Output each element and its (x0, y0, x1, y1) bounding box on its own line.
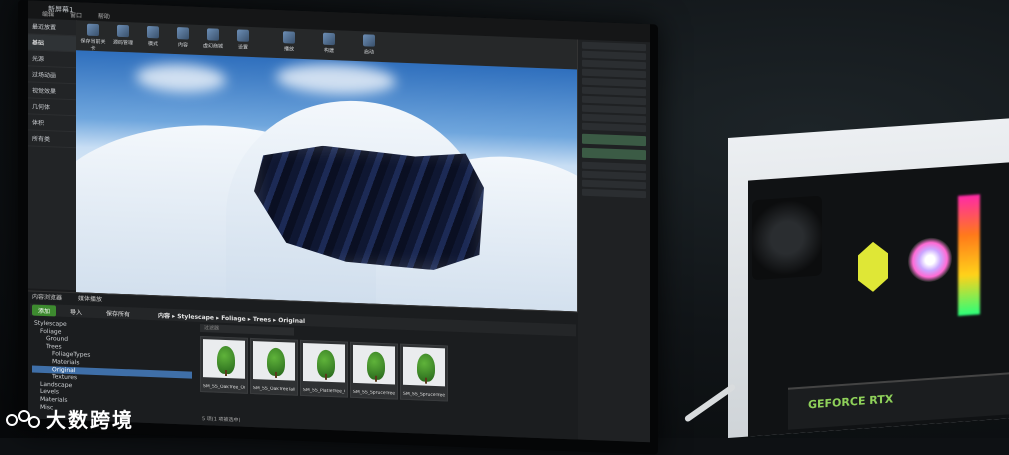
watermark-logo-icon (6, 408, 40, 430)
mode-volumes[interactable]: 体积 (28, 114, 76, 133)
editor-screen: 新屏幕1 编辑 窗口 帮助 最近放置 基础 光源 过场动画 视觉效果 几何体 体… (28, 0, 650, 443)
asset-grid: 过滤器 SM_SS_OakTree_Original SM_SS_OakTree… (200, 323, 574, 438)
cpu-cooler (908, 236, 952, 284)
menu-help[interactable]: 帮助 (98, 13, 110, 20)
asset-thumbnail (403, 346, 445, 387)
tab-content-browser[interactable]: 内容浏览器 (32, 294, 62, 302)
mode-recent[interactable]: 最近放置 (28, 18, 76, 37)
rgb-light (858, 241, 888, 293)
watermark-text: 大数跨境 (46, 408, 134, 432)
play-button[interactable]: 播放 (276, 31, 302, 53)
content-button[interactable]: 内容 (170, 27, 196, 49)
watermark: 大数跨境 (6, 404, 134, 433)
mode-all-classes[interactable]: 所有类 (28, 130, 76, 149)
outliner-row[interactable] (582, 95, 646, 106)
breadcrumb-item[interactable]: Stylescape (177, 313, 214, 321)
asset-name: SM_SS_OakTree_Original (203, 384, 245, 391)
details-row[interactable] (582, 188, 646, 199)
asset-tile[interactable]: SM_SS_SpruceTree_Original (350, 341, 398, 400)
mode-cinematic[interactable]: 过场动画 (28, 66, 76, 85)
asset-search-input[interactable]: 过滤器 (200, 323, 294, 336)
outliner-row[interactable] (582, 68, 646, 79)
source-control-button[interactable]: 源码管理 (110, 24, 136, 47)
save-icon (87, 23, 99, 37)
asset-tile[interactable]: SM_SS_OakTreeTall_Original (250, 337, 298, 396)
mode-visual-effects[interactable]: 视觉效果 (28, 82, 76, 101)
details-row[interactable] (582, 170, 646, 181)
outliner-row[interactable] (582, 86, 646, 97)
mode-geometry[interactable]: 几何体 (28, 98, 76, 117)
asset-tile[interactable]: SM_SS_OakTree_Original (200, 335, 248, 394)
outliner-row[interactable] (582, 122, 646, 133)
modes-icon (147, 25, 159, 39)
details-button[interactable] (582, 133, 646, 147)
monitor: 新屏幕1 编辑 窗口 帮助 最近放置 基础 光源 过场动画 视觉效果 几何体 体… (18, 0, 658, 455)
details-row[interactable] (582, 161, 646, 172)
outliner-row[interactable] (582, 41, 646, 52)
cloud (136, 62, 226, 94)
asset-tile[interactable]: SM_SS_SpruceTreeTall_Original (400, 343, 448, 402)
rgb-ram (958, 194, 980, 316)
trunk (325, 373, 327, 380)
breadcrumb-item[interactable]: Original (278, 317, 305, 325)
trunk (225, 369, 227, 377)
save-level-button[interactable]: 保存当前关卡 (80, 23, 106, 52)
content-icon (177, 27, 189, 40)
marketplace-button[interactable]: 虚幻商城 (200, 28, 226, 50)
source-control-icon (117, 24, 129, 38)
outliner-row[interactable] (582, 113, 646, 124)
world-outliner-panel (577, 39, 650, 443)
outliner-row[interactable] (582, 50, 646, 61)
launch-button[interactable]: 启动 (356, 34, 382, 56)
launch-icon (363, 34, 375, 47)
add-new-button[interactable]: 添加 (32, 304, 57, 317)
marketplace-icon (207, 28, 219, 41)
asset-thumbnail (353, 344, 395, 385)
case-fan (752, 195, 822, 281)
breadcrumb: 内容 ▸ Stylescape ▸ Foliage ▸ Trees ▸ Orig… (158, 312, 306, 326)
outliner-row[interactable] (582, 77, 646, 88)
trunk (375, 375, 377, 382)
asset-thumbnail (253, 341, 295, 381)
asset-count-status: 5 项(1 项被选中) (202, 416, 241, 424)
menu-edit[interactable]: 编辑 (42, 11, 54, 18)
build-icon (323, 32, 335, 46)
asset-name: SM_SS_SpruceTreeTall_Original (403, 391, 445, 399)
content-browser-tabs: 内容浏览器 媒体播放 (32, 292, 116, 305)
mode-lights[interactable]: 光源 (28, 50, 76, 69)
menu-window[interactable]: 窗口 (70, 12, 82, 19)
import-button[interactable]: 导入 (70, 307, 82, 316)
trunk (275, 371, 277, 378)
modes-panel: 最近放置 基础 光源 过场动画 视觉效果 几何体 体积 所有类 (28, 18, 77, 291)
build-button[interactable]: 构建 (316, 32, 342, 54)
breadcrumb-item[interactable]: 内容 (158, 312, 170, 319)
asset-name: SM_SS_SpruceTree_Original (353, 389, 395, 397)
save-all-button[interactable]: 保存所有 (106, 308, 130, 318)
pc-interior: GEFORCE RTX (748, 162, 1009, 437)
breadcrumb-item[interactable]: Foliage (221, 315, 246, 323)
outliner-row[interactable] (582, 104, 646, 115)
asset-tile[interactable]: SM_SS_PlatleTree_Original (300, 339, 348, 398)
details-row[interactable] (582, 179, 646, 190)
breadcrumb-item[interactable]: Trees (253, 316, 271, 324)
play-icon (283, 31, 295, 44)
asset-name: SM_SS_OakTreeTall_Original (253, 386, 295, 393)
gpu-label: GEFORCE RTX (808, 392, 894, 412)
tab-media-player[interactable]: 媒体播放 (78, 295, 102, 303)
gear-icon (237, 29, 249, 42)
trunk (425, 377, 427, 384)
asset-name: SM_SS_PlatleTree_Original (303, 387, 345, 395)
asset-thumbnail (303, 342, 345, 383)
cloud (276, 61, 396, 97)
details-button[interactable] (582, 147, 646, 161)
outliner-row[interactable] (582, 59, 646, 70)
level-viewport[interactable] (76, 50, 578, 312)
modes-button[interactable]: 模式 (140, 25, 166, 48)
pc-case: GEFORCE RTX (728, 118, 1009, 439)
settings-button[interactable]: 设置 (230, 29, 256, 51)
mode-basic[interactable]: 基础 (28, 34, 76, 53)
asset-thumbnail (203, 339, 245, 379)
